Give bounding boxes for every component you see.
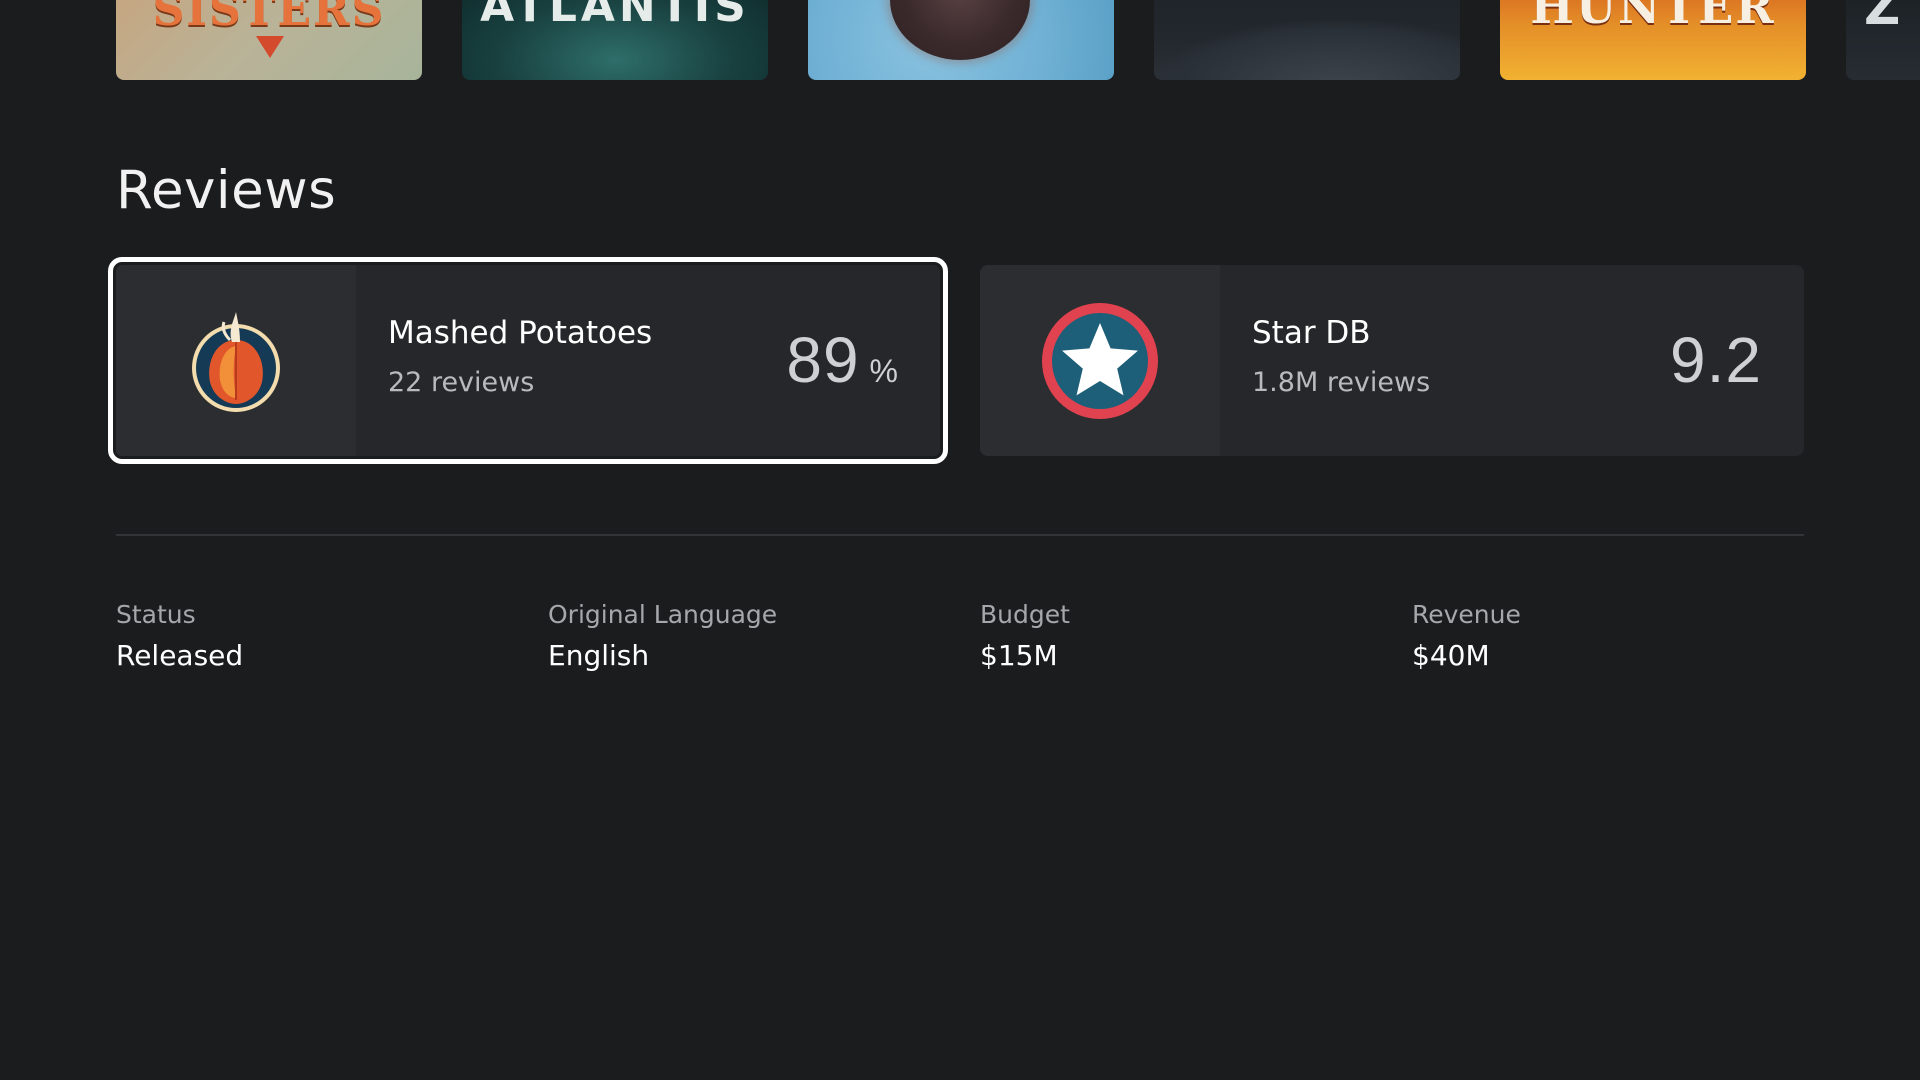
poster-arrow-graphic <box>256 36 284 58</box>
review-score-value: 9.2 <box>1670 324 1762 396</box>
fact-value: $40M <box>1412 639 1490 672</box>
poster-card[interactable]: ATLANTIS <box>462 0 768 80</box>
fact-budget: Budget $15M <box>980 600 1400 672</box>
fact-status: Status Released <box>116 600 536 672</box>
fact-value: English <box>548 639 650 672</box>
poster-artwork <box>1154 20 1460 80</box>
fact-value: $15M <box>980 639 1058 672</box>
poster-card[interactable] <box>1154 0 1460 80</box>
review-source-name: Star DB <box>1252 315 1371 351</box>
review-score: 89 % <box>786 323 898 397</box>
fact-revenue: Revenue $40M <box>1412 600 1832 672</box>
review-score: 9.2 <box>1670 323 1762 397</box>
fact-label: Revenue <box>1412 600 1521 629</box>
related-titles-row: SISTERS ATLANTIS HUNTER Z <box>116 0 1920 80</box>
fact-original-language: Original Language English <box>548 600 968 672</box>
review-source-name: Mashed Potatoes <box>388 315 653 351</box>
review-count: 1.8M reviews <box>1252 367 1431 398</box>
review-count: 22 reviews <box>388 367 535 398</box>
star-db-logo-icon <box>1042 302 1158 419</box>
fact-label: Status <box>116 600 196 629</box>
review-score-unit: % <box>869 353 898 389</box>
movie-details-page: SISTERS ATLANTIS HUNTER Z Reviews Mashed… <box>0 0 1920 1080</box>
section-divider <box>116 534 1804 536</box>
review-source-logo <box>116 265 356 456</box>
poster-title: SISTERS <box>152 0 386 36</box>
poster-artwork <box>890 0 1030 60</box>
fact-value: Released <box>116 639 244 672</box>
review-card-mashed-potatoes[interactable]: Mashed Potatoes 22 reviews 89 % <box>108 257 948 464</box>
review-card-star-db[interactable]: Star DB 1.8M reviews 9.2 <box>980 265 1804 456</box>
fact-label: Budget <box>980 600 1070 629</box>
review-source-logo <box>980 265 1220 456</box>
poster-card[interactable]: HUNTER <box>1500 0 1806 80</box>
poster-title: Z <box>1864 0 1903 36</box>
poster-card[interactable] <box>808 0 1114 80</box>
poster-title: ATLANTIS <box>480 0 750 32</box>
movie-facts: Status Released Original Language Englis… <box>116 600 1804 680</box>
fact-label: Original Language <box>548 600 778 629</box>
poster-title: HUNTER <box>1530 0 1776 34</box>
reviews-heading: Reviews <box>116 160 337 221</box>
review-score-value: 89 <box>786 324 860 396</box>
poster-card[interactable]: SISTERS <box>116 0 422 80</box>
mashed-potatoes-logo-icon <box>192 311 280 412</box>
poster-card[interactable]: Z <box>1846 0 1920 80</box>
